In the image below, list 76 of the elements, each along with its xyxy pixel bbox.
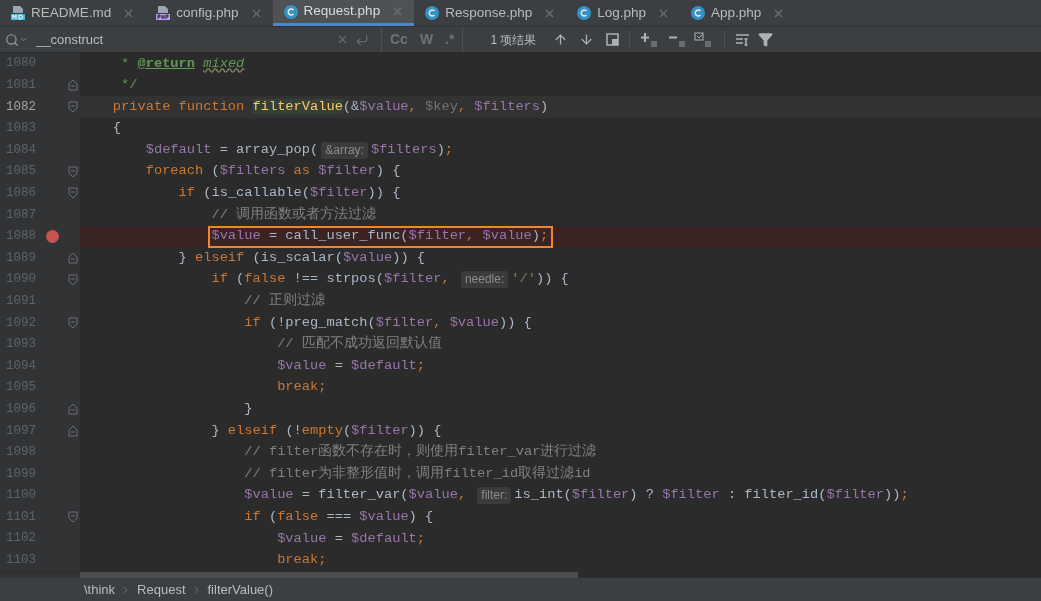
class-icon — [690, 5, 707, 21]
fold-marker-icon[interactable] — [68, 252, 78, 265]
arrow-down-icon[interactable] — [579, 32, 595, 47]
editor-tab[interactable]: Response.php — [414, 0, 567, 26]
code-line: $value = $default; — [276, 529, 426, 548]
line-number: 1082 — [5, 98, 36, 116]
code-text: $value = filter_var($value, — [243, 486, 468, 505]
class-icon — [282, 3, 299, 20]
code-line: */ — [120, 76, 138, 95]
tab-label: config.php — [176, 3, 239, 22]
multiline-icon[interactable] — [735, 32, 752, 47]
php-file-icon — [155, 5, 172, 21]
parameter-hint: filter: — [477, 487, 512, 505]
fold-marker-icon[interactable] — [68, 511, 78, 524]
fold-marker-icon[interactable] — [68, 273, 78, 286]
code-line: } elseif (!empty($filter)) { — [210, 421, 442, 440]
breadcrumb-item[interactable]: filterValue() — [207, 579, 273, 600]
code-line: foreach ($filters as $filter) { — [144, 162, 401, 181]
parameter-hint: needle: — [460, 271, 509, 289]
breadcrumb-item[interactable]: \think — [84, 579, 116, 600]
fold-marker-icon[interactable] — [68, 101, 78, 113]
code-text: is_int($filter) ? $filter : filter_id($filter)); — [514, 486, 909, 505]
code-line: * @return mixed — [120, 54, 245, 73]
code-line: $value = call_user_func($filter, $value); — [211, 227, 549, 246]
fold-marker-icon[interactable] — [68, 424, 78, 437]
code-line: // 匹配不成功返回默认值 — [276, 334, 442, 354]
markdown-file-icon — [10, 5, 26, 21]
fold-marker-icon[interactable] — [68, 187, 78, 200]
search-icon[interactable] — [5, 32, 19, 47]
fold-marker-icon[interactable] — [68, 403, 78, 416]
tab-label: README.md — [31, 3, 112, 22]
horizontal-scrollbar[interactable] — [80, 572, 578, 578]
code-line: break; — [276, 551, 327, 570]
tab-label: Response.php — [445, 3, 533, 22]
code-line: if (!preg_match($filter, $value)) { — [243, 313, 532, 332]
editor-tab[interactable]: README.md — [0, 0, 146, 26]
caret-icon[interactable] — [19, 35, 28, 44]
tab-label: Log.php — [597, 3, 647, 22]
code-line: break; — [276, 378, 327, 397]
code-line: // filter为非整形值时，调用filter_id取得过滤id — [243, 464, 591, 483]
tab-label: App.php — [711, 3, 762, 22]
code-text: '/')) { — [511, 270, 569, 289]
fold-marker-icon[interactable] — [68, 79, 78, 92]
editor-tab[interactable]: Log.php — [566, 0, 681, 26]
code-line: if (is_callable($filter)) { — [177, 184, 401, 203]
class-icon — [424, 5, 441, 21]
editor-tab[interactable]: App.php — [680, 0, 796, 26]
clear-icon[interactable] — [336, 33, 349, 46]
fold-marker-icon[interactable] — [68, 165, 78, 178]
code-line: $value = $default; — [276, 356, 426, 375]
code-line: if (false === $value) { — [243, 508, 434, 526]
code-line: // 调用函数或者方法过滤 — [210, 205, 377, 224]
fold-marker-icon[interactable] — [68, 316, 78, 329]
code-line: } elseif (is_scalar($value)) { — [177, 248, 426, 267]
search-field[interactable]: __construct — [36, 29, 330, 50]
code-text: if (false !== strpos($filter, — [210, 270, 451, 289]
window-icon[interactable] — [606, 33, 620, 46]
code-line: } — [243, 400, 253, 418]
code-text: $filters); — [370, 140, 454, 159]
editor-tab[interactable]: config.php — [145, 0, 273, 26]
breadcrumb-item[interactable]: Request — [137, 579, 186, 600]
class-icon — [576, 5, 593, 21]
chevron-icon — [123, 585, 130, 594]
filter-icon[interactable] — [758, 32, 774, 47]
breakpoint-icon[interactable] — [45, 230, 59, 244]
chevron-icon — [193, 585, 200, 594]
code-line: // filter函数不存在时，则使用filter_var进行过滤 — [243, 442, 597, 462]
code-line: // 正则过滤 — [243, 291, 325, 311]
parameter-hint: &array: — [321, 141, 368, 159]
code-text: $default = array_pop( — [144, 140, 319, 159]
code-line: private function filterValue(&$value, $key, $filters) — [111, 97, 549, 116]
editor-tab[interactable]: Request.php — [272, 0, 415, 26]
newline-icon[interactable] — [355, 32, 369, 47]
result-count: 1 项结果 — [490, 31, 537, 49]
tab-label: Request.php — [303, 2, 381, 21]
code-line: { — [111, 119, 122, 138]
